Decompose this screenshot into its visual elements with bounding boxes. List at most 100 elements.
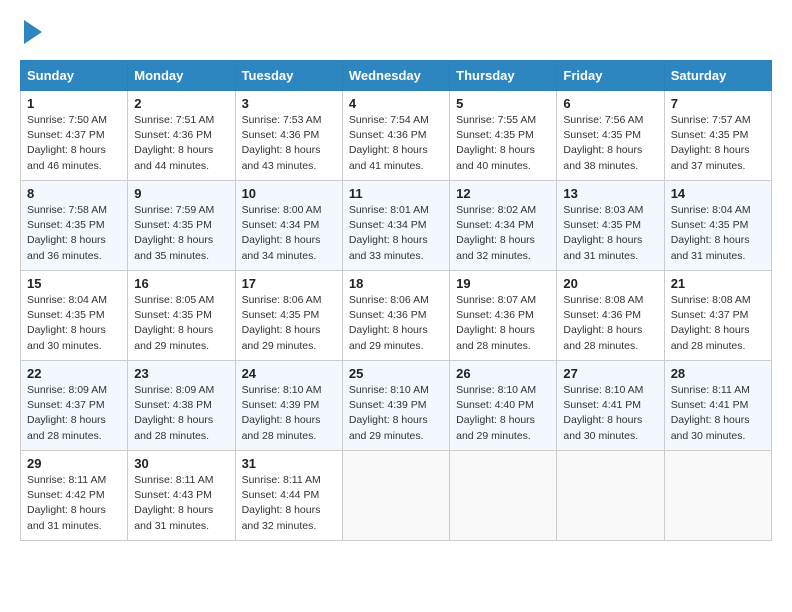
day-info: Sunrise: 8:10 AM Sunset: 4:41 PM Dayligh… xyxy=(563,383,657,444)
sunrise-label: Sunrise: xyxy=(242,204,281,216)
calendar-cell: 18 Sunrise: 8:06 AM Sunset: 4:36 PM Dayl… xyxy=(342,271,449,361)
calendar-cell: 31 Sunrise: 8:11 AM Sunset: 4:44 PM Dayl… xyxy=(235,451,342,541)
day-number: 10 xyxy=(242,186,336,201)
daylight-label: Daylight: xyxy=(456,414,497,426)
day-number: 17 xyxy=(242,276,336,291)
sunrise-label: Sunrise: xyxy=(349,384,388,396)
day-info: Sunrise: 8:11 AM Sunset: 4:42 PM Dayligh… xyxy=(27,473,121,534)
calendar-cell: 19 Sunrise: 8:07 AM Sunset: 4:36 PM Dayl… xyxy=(450,271,557,361)
daylight-label: Daylight: xyxy=(27,504,68,516)
weekday-header: Saturday xyxy=(664,61,771,91)
sunset-label: Sunset: xyxy=(563,399,599,411)
sunset-label: Sunset: xyxy=(134,399,170,411)
daylight-label: Daylight: xyxy=(242,324,283,336)
daylight-label: Daylight: xyxy=(671,234,712,246)
day-info: Sunrise: 7:54 AM Sunset: 4:36 PM Dayligh… xyxy=(349,113,443,174)
day-number: 26 xyxy=(456,366,550,381)
sunset-label: Sunset: xyxy=(27,309,63,321)
day-info: Sunrise: 8:03 AM Sunset: 4:35 PM Dayligh… xyxy=(563,203,657,264)
sunrise-label: Sunrise: xyxy=(563,114,602,126)
calendar-cell: 9 Sunrise: 7:59 AM Sunset: 4:35 PM Dayli… xyxy=(128,181,235,271)
sunset-label: Sunset: xyxy=(563,309,599,321)
sunset-label: Sunset: xyxy=(671,219,707,231)
logo xyxy=(20,20,42,44)
daylight-label: Daylight: xyxy=(134,414,175,426)
day-info: Sunrise: 8:07 AM Sunset: 4:36 PM Dayligh… xyxy=(456,293,550,354)
sunrise-label: Sunrise: xyxy=(27,384,66,396)
day-info: Sunrise: 8:10 AM Sunset: 4:39 PM Dayligh… xyxy=(349,383,443,444)
calendar-cell: 2 Sunrise: 7:51 AM Sunset: 4:36 PM Dayli… xyxy=(128,91,235,181)
calendar-cell xyxy=(450,451,557,541)
calendar-cell: 14 Sunrise: 8:04 AM Sunset: 4:35 PM Dayl… xyxy=(664,181,771,271)
calendar-cell: 21 Sunrise: 8:08 AM Sunset: 4:37 PM Dayl… xyxy=(664,271,771,361)
day-info: Sunrise: 8:05 AM Sunset: 4:35 PM Dayligh… xyxy=(134,293,228,354)
daylight-label: Daylight: xyxy=(242,144,283,156)
day-info: Sunrise: 7:55 AM Sunset: 4:35 PM Dayligh… xyxy=(456,113,550,174)
sunset-label: Sunset: xyxy=(349,309,385,321)
day-number: 11 xyxy=(349,186,443,201)
daylight-label: Daylight: xyxy=(134,144,175,156)
day-number: 28 xyxy=(671,366,765,381)
day-number: 8 xyxy=(27,186,121,201)
day-info: Sunrise: 8:06 AM Sunset: 4:35 PM Dayligh… xyxy=(242,293,336,354)
sunset-label: Sunset: xyxy=(242,399,278,411)
daylight-label: Daylight: xyxy=(134,504,175,516)
day-info: Sunrise: 8:10 AM Sunset: 4:39 PM Dayligh… xyxy=(242,383,336,444)
day-info: Sunrise: 8:00 AM Sunset: 4:34 PM Dayligh… xyxy=(242,203,336,264)
day-number: 14 xyxy=(671,186,765,201)
day-info: Sunrise: 8:04 AM Sunset: 4:35 PM Dayligh… xyxy=(671,203,765,264)
calendar-cell: 10 Sunrise: 8:00 AM Sunset: 4:34 PM Dayl… xyxy=(235,181,342,271)
daylight-label: Daylight: xyxy=(456,144,497,156)
calendar-cell: 13 Sunrise: 8:03 AM Sunset: 4:35 PM Dayl… xyxy=(557,181,664,271)
daylight-label: Daylight: xyxy=(134,234,175,246)
day-number: 9 xyxy=(134,186,228,201)
sunrise-label: Sunrise: xyxy=(242,474,281,486)
day-number: 22 xyxy=(27,366,121,381)
daylight-label: Daylight: xyxy=(563,234,604,246)
day-number: 3 xyxy=(242,96,336,111)
weekday-header: Thursday xyxy=(450,61,557,91)
daylight-label: Daylight: xyxy=(456,234,497,246)
day-info: Sunrise: 8:04 AM Sunset: 4:35 PM Dayligh… xyxy=(27,293,121,354)
day-info: Sunrise: 7:51 AM Sunset: 4:36 PM Dayligh… xyxy=(134,113,228,174)
daylight-label: Daylight: xyxy=(27,144,68,156)
sunrise-label: Sunrise: xyxy=(27,294,66,306)
sunset-label: Sunset: xyxy=(134,309,170,321)
calendar-cell: 28 Sunrise: 8:11 AM Sunset: 4:41 PM Dayl… xyxy=(664,361,771,451)
sunrise-label: Sunrise: xyxy=(349,294,388,306)
sunrise-label: Sunrise: xyxy=(242,114,281,126)
sunrise-label: Sunrise: xyxy=(27,204,66,216)
day-info: Sunrise: 7:58 AM Sunset: 4:35 PM Dayligh… xyxy=(27,203,121,264)
day-number: 7 xyxy=(671,96,765,111)
sunset-label: Sunset: xyxy=(242,489,278,501)
sunrise-label: Sunrise: xyxy=(242,384,281,396)
calendar-cell: 29 Sunrise: 8:11 AM Sunset: 4:42 PM Dayl… xyxy=(21,451,128,541)
day-info: Sunrise: 8:08 AM Sunset: 4:36 PM Dayligh… xyxy=(563,293,657,354)
sunset-label: Sunset: xyxy=(27,489,63,501)
daylight-label: Daylight: xyxy=(563,324,604,336)
sunrise-label: Sunrise: xyxy=(456,384,495,396)
sunrise-label: Sunrise: xyxy=(134,204,173,216)
sunset-label: Sunset: xyxy=(563,129,599,141)
daylight-label: Daylight: xyxy=(671,414,712,426)
daylight-label: Daylight: xyxy=(349,144,390,156)
calendar-cell: 20 Sunrise: 8:08 AM Sunset: 4:36 PM Dayl… xyxy=(557,271,664,361)
sunrise-label: Sunrise: xyxy=(27,114,66,126)
day-number: 29 xyxy=(27,456,121,471)
sunset-label: Sunset: xyxy=(242,309,278,321)
calendar-cell: 7 Sunrise: 7:57 AM Sunset: 4:35 PM Dayli… xyxy=(664,91,771,181)
daylight-label: Daylight: xyxy=(134,324,175,336)
sunset-label: Sunset: xyxy=(456,309,492,321)
calendar-cell xyxy=(557,451,664,541)
sunset-label: Sunset: xyxy=(456,129,492,141)
weekday-header: Tuesday xyxy=(235,61,342,91)
weekday-header: Monday xyxy=(128,61,235,91)
sunrise-label: Sunrise: xyxy=(671,114,710,126)
day-number: 24 xyxy=(242,366,336,381)
calendar-cell: 24 Sunrise: 8:10 AM Sunset: 4:39 PM Dayl… xyxy=(235,361,342,451)
calendar-cell: 22 Sunrise: 8:09 AM Sunset: 4:37 PM Dayl… xyxy=(21,361,128,451)
calendar-cell: 5 Sunrise: 7:55 AM Sunset: 4:35 PM Dayli… xyxy=(450,91,557,181)
weekday-header: Sunday xyxy=(21,61,128,91)
sunrise-label: Sunrise: xyxy=(563,384,602,396)
calendar-cell: 4 Sunrise: 7:54 AM Sunset: 4:36 PM Dayli… xyxy=(342,91,449,181)
